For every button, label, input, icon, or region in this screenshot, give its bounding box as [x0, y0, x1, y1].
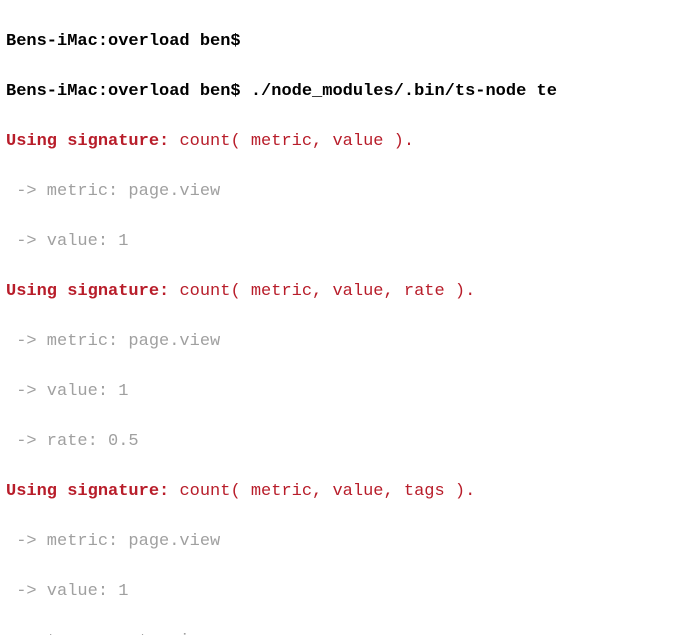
- prompt: Bens-iMac:overload ben$: [6, 82, 241, 101]
- sig-label: Using signature:: [6, 482, 169, 501]
- kv-line: -> value: 1: [6, 379, 694, 404]
- sig-body: count( metric, value, rate ).: [179, 282, 475, 301]
- sig-body: count( metric, value ).: [179, 132, 414, 151]
- command-line: Bens-iMac:overload ben$ ./node_modules/.…: [6, 79, 694, 104]
- kv-line: -> value: 1: [6, 229, 694, 254]
- kv-line: -> tags: route:view: [6, 629, 694, 635]
- kv-line: -> rate: 0.5: [6, 429, 694, 454]
- terminal-output: Bens-iMac:overload ben$ Bens-iMac:overlo…: [0, 0, 700, 635]
- kv-line: -> metric: page.view: [6, 529, 694, 554]
- kv-line: -> value: 1: [6, 579, 694, 604]
- prompt: Bens-iMac:overload ben$: [6, 32, 241, 51]
- signature-line: Using signature: count( metric, value ).: [6, 129, 694, 154]
- prompt-line-empty: Bens-iMac:overload ben$: [6, 29, 694, 54]
- kv-line: -> metric: page.view: [6, 329, 694, 354]
- signature-line: Using signature: count( metric, value, r…: [6, 279, 694, 304]
- signature-line: Using signature: count( metric, value, t…: [6, 479, 694, 504]
- sig-label: Using signature:: [6, 282, 169, 301]
- sig-label: Using signature:: [6, 132, 169, 151]
- command-text: ./node_modules/.bin/ts-node te: [251, 82, 557, 101]
- kv-line: -> metric: page.view: [6, 179, 694, 204]
- sig-body: count( metric, value, tags ).: [179, 482, 475, 501]
